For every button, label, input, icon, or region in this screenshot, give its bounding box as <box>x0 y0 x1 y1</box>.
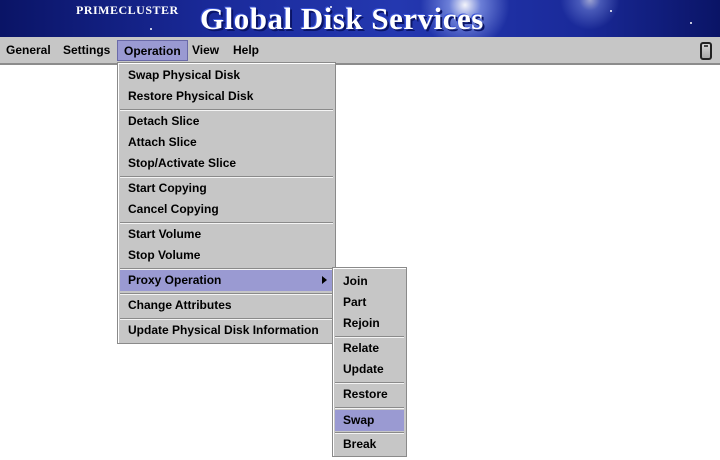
brand-logo-text: PRIMECLUSTER <box>76 3 179 17</box>
menu-item-change-attributes[interactable]: Change Attributes <box>120 295 333 316</box>
menu-item-break[interactable]: Break <box>335 434 404 455</box>
proxy-operation-submenu: Join Part Rejoin Relate Update Restore S… <box>332 267 407 457</box>
menu-item-swap-physical-disk[interactable]: Swap Physical Disk <box>120 65 333 86</box>
menu-item-part[interactable]: Part <box>335 292 404 313</box>
menu-operation[interactable]: Operation <box>117 40 188 61</box>
menu-help[interactable]: Help <box>227 40 265 61</box>
menu-item-start-copying[interactable]: Start Copying <box>120 178 333 199</box>
menu-item-detach-slice[interactable]: Detach Slice <box>120 111 333 132</box>
menu-view[interactable]: View <box>186 40 225 61</box>
menu-item-stop-volume[interactable]: Stop Volume <box>120 245 333 266</box>
banner-star <box>690 22 692 24</box>
menu-settings[interactable]: Settings <box>57 40 116 61</box>
menu-item-relate[interactable]: Relate <box>335 338 404 359</box>
menu-separator <box>335 407 404 409</box>
menu-item-attach-slice[interactable]: Attach Slice <box>120 132 333 153</box>
menu-item-rejoin[interactable]: Rejoin <box>335 313 404 334</box>
submenu-arrow-icon <box>322 276 327 284</box>
menu-item-cancel-copying[interactable]: Cancel Copying <box>120 199 333 220</box>
menu-item-proxy-operation[interactable]: Proxy Operation <box>120 270 333 291</box>
menu-bar: General Settings Operation View Help <box>0 37 720 65</box>
menu-general[interactable]: General <box>0 40 57 61</box>
menu-item-stop-activate-slice[interactable]: Stop/Activate Slice <box>120 153 333 174</box>
operation-menu: Swap Physical Disk Restore Physical Disk… <box>117 62 336 344</box>
menu-item-label: Proxy Operation <box>128 273 222 287</box>
menu-item-start-volume[interactable]: Start Volume <box>120 224 333 245</box>
banner-star <box>150 28 152 30</box>
menu-item-update-physical-disk-information[interactable]: Update Physical Disk Information <box>120 320 333 341</box>
banner-star <box>610 10 612 12</box>
title-banner: PRIMECLUSTER Global Disk Services <box>0 0 720 37</box>
menu-item-join[interactable]: Join <box>335 271 404 292</box>
menu-item-update[interactable]: Update <box>335 359 404 380</box>
app-title: Global Disk Services <box>200 1 484 36</box>
menu-item-restore-physical-disk[interactable]: Restore Physical Disk <box>120 86 333 107</box>
menu-item-swap[interactable]: Swap <box>335 410 404 431</box>
menu-item-restore[interactable]: Restore <box>335 384 404 405</box>
banner-glow <box>560 0 620 30</box>
trash-can-icon[interactable] <box>700 42 712 60</box>
